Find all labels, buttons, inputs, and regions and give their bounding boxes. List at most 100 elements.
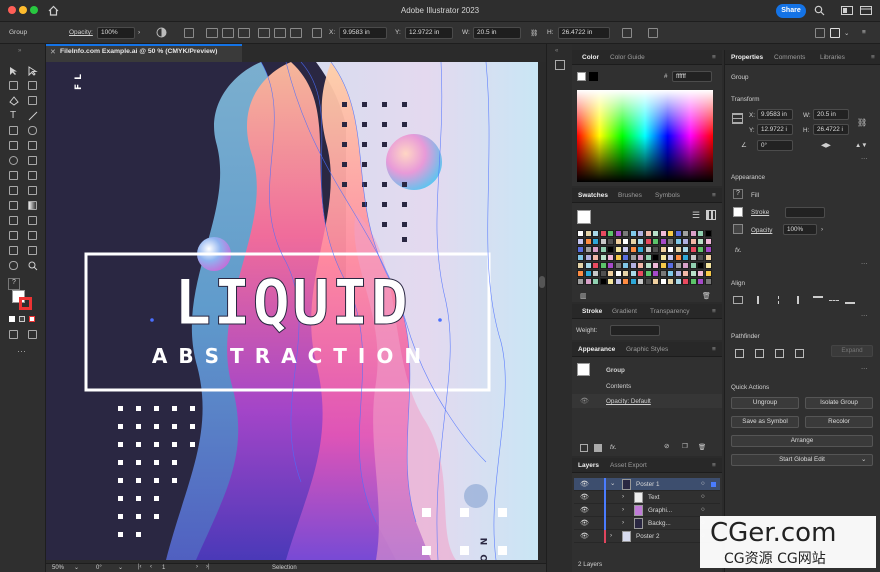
selection-indicator[interactable] bbox=[711, 482, 716, 487]
swatch[interactable] bbox=[682, 278, 689, 285]
layer-row[interactable]: 👁 › Backg... ○ bbox=[574, 517, 720, 530]
expand-chevron-icon[interactable]: › bbox=[622, 519, 624, 526]
align-bottom-icon[interactable] bbox=[290, 28, 302, 38]
artboard[interactable]: LIQUID ABSTRACTION FL O N bbox=[46, 62, 538, 560]
tab-brushes[interactable]: Brushes bbox=[618, 192, 642, 199]
visibility-eye-icon[interactable]: 👁 bbox=[580, 506, 589, 514]
swatch[interactable] bbox=[614, 278, 622, 285]
swatch[interactable] bbox=[697, 246, 704, 253]
swatch[interactable] bbox=[659, 246, 667, 253]
symbol-sprayer-tool-icon[interactable] bbox=[9, 231, 18, 240]
more-pathfinder-icon[interactable]: ··· bbox=[861, 365, 867, 372]
zoom-level[interactable]: 50% bbox=[52, 565, 64, 571]
swatch[interactable] bbox=[704, 230, 712, 237]
swatch[interactable] bbox=[592, 230, 599, 237]
swatch[interactable] bbox=[637, 246, 644, 253]
expand-button[interactable]: Expand bbox=[831, 345, 873, 357]
appearance-contents-label[interactable]: Contents bbox=[606, 383, 631, 390]
search-icon[interactable] bbox=[814, 5, 825, 16]
align-left-icon[interactable] bbox=[206, 28, 218, 38]
none-mode-icon[interactable] bbox=[29, 316, 35, 322]
delete-item-icon[interactable]: 🗑 bbox=[698, 443, 706, 451]
pathfinder-minus-front-icon[interactable] bbox=[755, 349, 764, 358]
swatch[interactable] bbox=[614, 262, 622, 269]
swatch[interactable] bbox=[622, 278, 629, 285]
swatch[interactable] bbox=[659, 230, 667, 237]
swatch[interactable] bbox=[584, 230, 592, 237]
first-artboard-icon[interactable]: |‹ bbox=[138, 564, 142, 570]
swatch-grid[interactable] bbox=[577, 230, 713, 288]
expand-chevron-icon[interactable]: › bbox=[610, 532, 612, 539]
swatch[interactable] bbox=[659, 278, 667, 285]
swatch[interactable] bbox=[667, 270, 674, 277]
layer-name[interactable]: Poster 1 bbox=[636, 481, 659, 488]
swatch[interactable] bbox=[577, 270, 584, 277]
swatch[interactable] bbox=[614, 230, 622, 237]
swatch[interactable] bbox=[584, 246, 592, 253]
delete-swatch-icon[interactable]: 🗑 bbox=[702, 292, 711, 300]
swatch[interactable] bbox=[607, 254, 614, 261]
more-align-icon[interactable]: ··· bbox=[861, 312, 867, 319]
swatch[interactable] bbox=[652, 254, 659, 261]
swatch[interactable] bbox=[622, 230, 629, 237]
pathfinder-intersect-icon[interactable] bbox=[775, 349, 784, 358]
swatch[interactable] bbox=[614, 246, 622, 253]
free-transform-tool-icon[interactable] bbox=[28, 171, 37, 180]
x-field[interactable]: 9.9583 in bbox=[757, 109, 793, 120]
tab-color[interactable]: Color bbox=[582, 54, 599, 61]
swatch[interactable] bbox=[614, 254, 622, 261]
workspace-icon[interactable] bbox=[841, 6, 853, 15]
color-panel-menu-icon[interactable]: ≡ bbox=[712, 54, 716, 61]
panel-layout-dropdown-icon[interactable]: ⌄ bbox=[844, 29, 849, 37]
tools-collapse-icon[interactable]: » bbox=[18, 48, 21, 54]
width-tool-icon[interactable] bbox=[9, 171, 18, 180]
artboard-tool-icon[interactable] bbox=[9, 246, 18, 255]
tab-libraries[interactable]: Libraries bbox=[820, 54, 845, 61]
swatch[interactable] bbox=[584, 262, 592, 269]
screen-mode-icon[interactable] bbox=[28, 330, 37, 339]
flip-horizontal-icon[interactable]: ◀▶ bbox=[821, 142, 831, 149]
tab-appearance[interactable]: Appearance bbox=[578, 346, 615, 353]
layer-name[interactable]: Backg... bbox=[648, 520, 671, 527]
last-artboard-icon[interactable]: ›| bbox=[206, 564, 210, 570]
swatch[interactable] bbox=[697, 278, 704, 285]
swatch[interactable] bbox=[607, 246, 614, 253]
swatch[interactable] bbox=[577, 278, 584, 285]
shaper-tool-icon[interactable] bbox=[9, 141, 18, 150]
save-as-symbol-button[interactable]: Save as Symbol bbox=[731, 416, 799, 428]
reference-point-icon[interactable] bbox=[312, 28, 322, 38]
align-hcenter-icon[interactable] bbox=[778, 296, 788, 304]
pen-tool-icon[interactable] bbox=[9, 96, 19, 106]
color-stroke-swatch[interactable] bbox=[589, 72, 598, 81]
flip-vertical-icon[interactable]: ▲▼ bbox=[855, 142, 867, 149]
reference-point-icon[interactable] bbox=[732, 113, 743, 124]
tab-color-guide[interactable]: Color Guide bbox=[610, 54, 645, 61]
swatch[interactable] bbox=[622, 246, 629, 253]
swatch[interactable] bbox=[644, 238, 652, 245]
swatch[interactable] bbox=[614, 238, 622, 245]
swatch[interactable] bbox=[652, 246, 659, 253]
swatch[interactable] bbox=[674, 278, 682, 285]
eraser-tool-icon[interactable] bbox=[28, 141, 37, 150]
rotation-value[interactable]: 0° bbox=[96, 565, 102, 571]
layer-row[interactable]: 👁 › Poster 2 ○ bbox=[574, 530, 720, 543]
swatch[interactable] bbox=[689, 238, 697, 245]
align-vertical-center-icon[interactable] bbox=[274, 28, 286, 38]
gradient-mode-icon[interactable] bbox=[19, 316, 25, 322]
list-view-icon[interactable]: ☰ bbox=[692, 210, 700, 221]
recolor-button[interactable]: Recolor bbox=[805, 416, 873, 428]
opacity-arrow-icon[interactable]: › bbox=[138, 29, 140, 36]
swatch[interactable] bbox=[644, 278, 652, 285]
tab-comments[interactable]: Comments bbox=[774, 54, 805, 61]
target-icon[interactable]: ○ bbox=[701, 506, 705, 513]
swatch[interactable] bbox=[674, 254, 682, 261]
swatch[interactable] bbox=[599, 238, 607, 245]
dock-collapse-icon[interactable]: « bbox=[555, 48, 558, 54]
swatch[interactable] bbox=[667, 238, 674, 245]
visibility-eye-icon[interactable]: 👁 bbox=[580, 397, 589, 405]
swatch[interactable] bbox=[637, 230, 644, 237]
swatch[interactable] bbox=[704, 254, 712, 261]
hex-field[interactable]: ffffff bbox=[672, 71, 712, 82]
swatch[interactable] bbox=[697, 262, 704, 269]
swatch[interactable] bbox=[682, 230, 689, 237]
